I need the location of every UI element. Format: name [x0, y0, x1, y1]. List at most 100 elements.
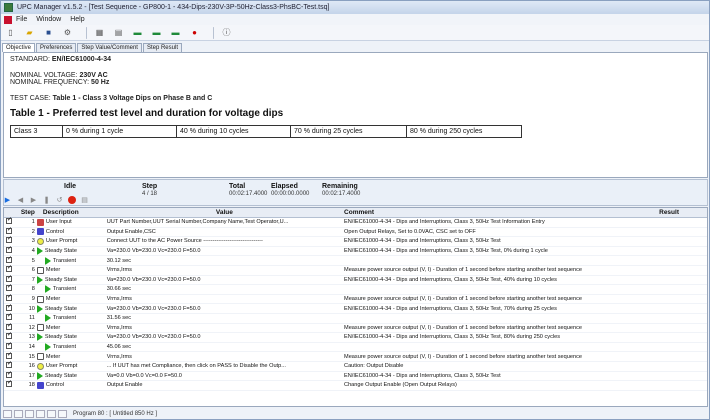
settings-icon[interactable]: ⚙ [61, 27, 74, 39]
menu-window[interactable]: Window [36, 16, 61, 23]
table-row[interactable]: 12 Meter Vrms,Irms Measure power source out… [4, 322, 707, 334]
tab-step-value-comment[interactable]: Step Value/Comment [77, 43, 142, 52]
table-row[interactable]: 15 Meter Vrms,Irms Measure power source out… [4, 351, 707, 362]
row-description: Steady State [36, 247, 105, 256]
table-row[interactable]: 2 Control Output Enable,CSC Open Output Rel… [4, 226, 707, 238]
row-comment: Measure power source output (V, I) - Dur… [344, 267, 583, 274]
checkbox-icon[interactable] [6, 283, 12, 292]
checkbox-icon[interactable] [6, 351, 12, 359]
info-icon[interactable]: ⓘ [220, 27, 233, 39]
checkbox-icon[interactable] [6, 303, 12, 311]
checkbox-icon[interactable] [6, 341, 12, 350]
menu-file[interactable]: File [16, 16, 27, 23]
footer-button[interactable] [36, 410, 45, 418]
new-file-icon[interactable]: ▯ [4, 27, 17, 39]
row-step-number: 16 [28, 363, 35, 370]
menu-app-icon[interactable] [4, 15, 12, 24]
open-folder-icon[interactable]: ▰ [23, 27, 36, 39]
prompt-icon [36, 237, 44, 245]
row-description: Transient [37, 256, 105, 265]
checkbox-icon[interactable] [6, 274, 12, 282]
menu-help[interactable]: Help [70, 16, 84, 23]
row-description: Control [36, 228, 105, 236]
step-forward-icon[interactable]: ▶ [29, 196, 38, 205]
frequency-label: NOMINAL FREQUENCY: [10, 79, 90, 86]
tab-step-result[interactable]: Step Result [142, 43, 182, 52]
footer-program-text: Program 80 : [ Untitled 850 Hz ] [73, 411, 158, 417]
tab-preferences[interactable]: Preferences [36, 43, 77, 52]
step-back-icon[interactable]: ◀ [16, 196, 25, 205]
remaining-label: Remaining [322, 183, 358, 190]
stop-icon[interactable] [68, 196, 76, 204]
table-row[interactable]: 3 User Prompt Connect UUT to the AC Power … [4, 235, 707, 247]
checkbox-icon[interactable] [6, 293, 12, 302]
header-step[interactable]: Step [15, 209, 37, 216]
table-row[interactable]: 17 Steady State Va=0.0 Vb=0.0 Vc=0.0 F=50.… [4, 370, 707, 382]
footer-button[interactable] [58, 410, 67, 418]
checkbox-icon[interactable] [6, 264, 12, 273]
tab-bar: Objective Preferences Step Value/Comment… [1, 41, 709, 52]
waveform-icon[interactable]: ▤ [112, 27, 125, 39]
table-row[interactable]: 9 Meter Vrms,Irms Measure power source outp… [4, 293, 707, 305]
rewind-icon[interactable]: ↺ [55, 196, 64, 205]
checkbox-icon[interactable] [6, 312, 12, 321]
row-step-number: 18 [28, 382, 35, 389]
row-checkbox[interactable] [4, 379, 15, 389]
footer-button[interactable] [25, 410, 34, 418]
state-column: Idle [64, 183, 76, 190]
header-value[interactable]: Value [105, 209, 342, 216]
table-row[interactable]: 11 Transient 31.56 sec [4, 312, 707, 324]
table-row[interactable]: 1 User Input UUT Part Number,UUT Serial Nu… [4, 216, 707, 228]
chart-icon[interactable]: ▬ [169, 27, 182, 39]
dips-cell: 0 % during 1 cycle [63, 126, 177, 137]
header-result[interactable]: Result [657, 209, 707, 216]
test-case-line: TEST CASE: Table 1 - Class 3 Voltage Dip… [10, 95, 701, 102]
checkbox-icon[interactable] [6, 322, 12, 330]
row-description: Steady State [36, 371, 105, 380]
stop-icon[interactable]: ● [188, 27, 201, 39]
report-icon[interactable]: ▤ [80, 196, 89, 205]
table-row[interactable]: 4 Steady State Va=230.0 Vb=230.0 Vc=230.0 … [4, 245, 707, 257]
table-row[interactable]: 5 Transient 30.12 sec [4, 255, 707, 266]
header-description[interactable]: Description [37, 209, 105, 216]
row-value: Vrms,Irms [106, 267, 132, 274]
meter-icon[interactable]: ▬ [131, 27, 144, 39]
footer-button[interactable] [14, 410, 23, 418]
checkbox-icon[interactable] [6, 255, 12, 263]
checkbox-icon[interactable] [6, 360, 12, 369]
table-row[interactable]: 8 Transient 30.66 sec [4, 283, 707, 295]
row-step-number: 14 [28, 344, 35, 351]
table-row[interactable]: 18 Control Output Enable Change Output Enab… [4, 379, 707, 391]
footer-button[interactable] [3, 410, 12, 418]
checkbox-icon[interactable] [6, 235, 12, 244]
header-comment[interactable]: Comment [342, 209, 657, 216]
row-value: ... If UUT has met Compliance, then clic… [106, 363, 286, 370]
step-column: Step 4 / 18 [142, 183, 157, 197]
row-description: User Prompt [36, 362, 105, 370]
tab-objective[interactable]: Objective [2, 43, 36, 52]
table-row[interactable]: 14 Transient 45.06 sec [4, 341, 707, 353]
checkbox-icon[interactable] [6, 226, 12, 234]
harmonics-icon[interactable]: ▬ [150, 27, 163, 39]
play-icon[interactable]: ▶ [3, 196, 12, 205]
row-description-text: Transient [52, 257, 77, 264]
checkbox-icon[interactable] [6, 331, 12, 340]
checkbox-icon[interactable] [6, 216, 12, 225]
checkbox-icon[interactable] [6, 245, 12, 254]
row-description-text: Transient [52, 315, 77, 322]
table-row[interactable]: 7 Steady State Va=230.0 Vb=230.0 Vc=230.0 … [4, 274, 707, 286]
standard-value: EN/IEC61000-4-34 [51, 56, 112, 63]
row-value: Va=230.0 Vb=230.0 Vc=230.0 F=50.0 [106, 334, 201, 341]
checkbox-icon[interactable] [6, 379, 12, 388]
input-icon [36, 218, 44, 226]
save-icon[interactable]: ■ [42, 27, 55, 39]
table-row[interactable]: 10 Steady State Va=230.0 Vb=230.0 Vc=230.0… [4, 303, 707, 314]
footer-button[interactable] [47, 410, 56, 418]
table-row[interactable]: 13 Steady State Va=230.0 Vb=230.0 Vc=230.0… [4, 331, 707, 343]
checkbox-icon[interactable] [6, 370, 12, 378]
grid-icon[interactable]: ▦ [93, 27, 106, 39]
table-row[interactable]: 16 User Prompt ... If UUT has met Complian… [4, 360, 707, 372]
pause-icon[interactable]: ❚ [42, 196, 51, 205]
table-row[interactable]: 6 Meter Vrms,Irms Measure power source outp… [4, 264, 707, 276]
steady-icon [36, 371, 43, 380]
